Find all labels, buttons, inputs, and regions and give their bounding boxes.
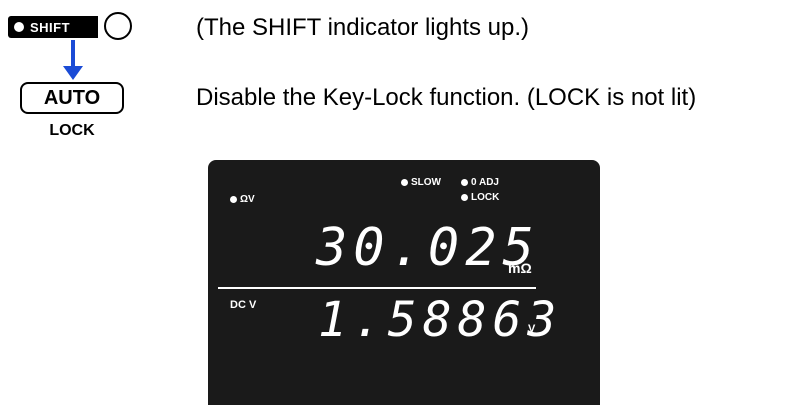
primary-reading: 30.025: [316, 218, 540, 278]
slow-indicator: SLOW: [401, 177, 441, 188]
instruction-step-1: (The SHIFT indicator lights up.): [196, 14, 530, 41]
zero-adj-label: 0 ADJ: [471, 177, 499, 188]
lock-key-label: LOCK: [49, 122, 95, 139]
shift-indicator-led: [104, 12, 132, 40]
auto-key[interactable]: AUTO: [20, 82, 124, 114]
slow-label: SLOW: [411, 177, 441, 188]
secondary-unit: V: [528, 323, 536, 335]
instruction-step-2: Disable the Key-Lock function. (LOCK is …: [196, 84, 697, 111]
zero-adj-indicator: 0 ADJ: [461, 177, 499, 188]
shift-key-label: SHIFT: [30, 20, 71, 35]
dc-v-label: DC V: [230, 299, 257, 311]
auto-key-label: AUTO: [43, 86, 101, 109]
indicator-dot: [461, 194, 468, 201]
indicator-dot: [461, 179, 468, 186]
shift-key[interactable]: SHIFT: [8, 16, 98, 38]
meter-display: ΩV SLOW 0 ADJ LOCK 30.025 mΩ DC V 1.5886…: [208, 160, 600, 405]
secondary-reading: 1.58863: [318, 292, 563, 348]
display-divider: [218, 287, 536, 289]
arrow-down-icon: [63, 40, 83, 80]
primary-unit: mΩ: [508, 260, 532, 276]
ohm-v-label: ΩV: [240, 194, 255, 205]
indicator-dot: [401, 179, 408, 186]
indicator-dot: [230, 196, 237, 203]
shift-indicator-dot: [14, 22, 24, 32]
lock-indicator-label: LOCK: [471, 192, 500, 203]
lock-indicator: LOCK: [461, 192, 499, 203]
ohm-v-indicator: ΩV: [230, 194, 255, 205]
